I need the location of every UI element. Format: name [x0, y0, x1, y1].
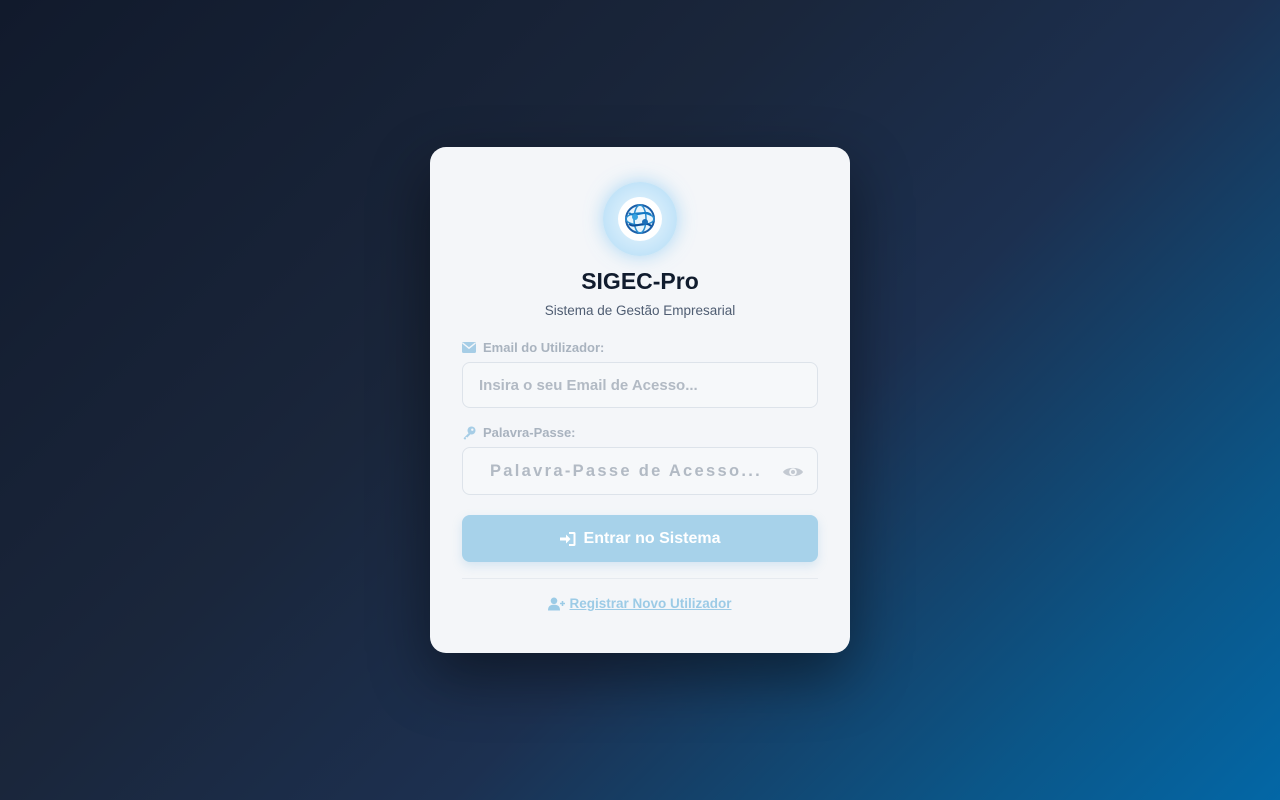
user-plus-icon: [548, 597, 566, 611]
register-link-label: Registrar Novo Utilizador: [569, 596, 732, 611]
login-card: SIGEC-Pro Sistema de Gestão Empresarial …: [430, 147, 850, 653]
logo: [603, 182, 677, 256]
eye-icon[interactable]: [782, 462, 804, 482]
register-link[interactable]: Registrar Novo Utilizador: [462, 596, 818, 611]
login-button-label: Entrar no Sistema: [583, 529, 721, 547]
globe-logo-icon: [618, 197, 662, 241]
email-label: Email do Utilizador:: [462, 340, 818, 355]
password-label: Palavra-Passe:: [462, 425, 818, 440]
sign-in-icon: [559, 531, 576, 547]
password-field-wrapper: [462, 447, 818, 495]
email-field-wrapper: [462, 362, 818, 408]
password-label-text: Palavra-Passe:: [483, 425, 576, 440]
app-title: SIGEC-Pro: [581, 268, 699, 294]
email-field[interactable]: [463, 363, 817, 407]
envelope-icon: [462, 342, 476, 353]
login-button[interactable]: Entrar no Sistema: [462, 515, 818, 562]
key-icon: [462, 426, 476, 440]
app-subtitle: Sistema de Gestão Empresarial: [544, 303, 736, 318]
divider: [462, 578, 818, 579]
email-label-text: Email do Utilizador:: [483, 340, 605, 355]
password-field[interactable]: [463, 448, 817, 494]
